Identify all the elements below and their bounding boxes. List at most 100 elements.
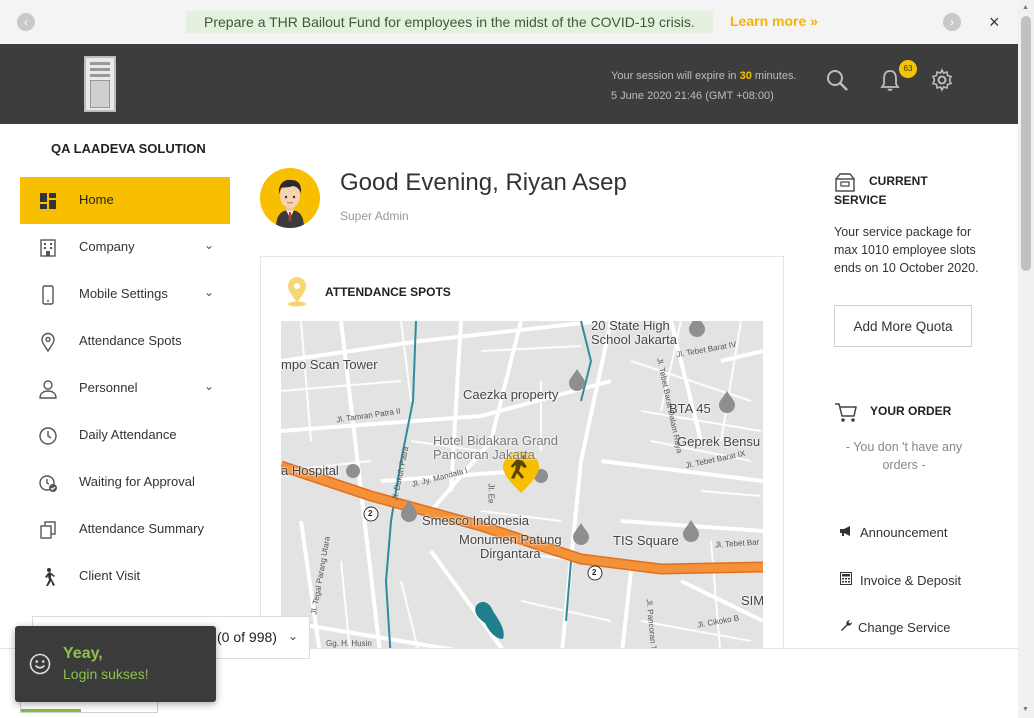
company-logo[interactable]	[84, 56, 116, 112]
session-expiry: Your session will expire in 30 minutes.	[611, 66, 797, 86]
route-badge: 2	[592, 568, 597, 577]
gear-icon[interactable]	[930, 68, 954, 92]
scroll-up-arrow[interactable]: ▲	[1022, 4, 1029, 11]
learn-more-link[interactable]: Learn more »	[730, 13, 818, 29]
side-link-label: Invoice & Deposit	[860, 573, 962, 588]
map-label: a Hospital	[281, 463, 339, 478]
shopping-cart-icon	[835, 403, 857, 422]
notification-count-badge[interactable]: 63	[899, 60, 917, 78]
sidebar-item-mobile-settings[interactable]: Mobile Settings ⌄	[20, 271, 230, 318]
side-link-label: Change Service	[858, 620, 951, 635]
toast-title: Yeay,	[63, 645, 103, 662]
login-success-toast[interactable]: Yeay, Login sukses!	[15, 626, 216, 702]
smiley-icon	[29, 653, 51, 675]
attendance-map[interactable]: mpo Scan Tower Caezka property 20 State …	[281, 321, 763, 661]
sidebar-item-label: Client Visit	[79, 568, 141, 583]
session-datetime: 5 June 2020 21:46 (GMT +08:00)	[611, 90, 774, 102]
location-pin-icon	[41, 332, 55, 352]
chevron-down-icon: ⌄	[204, 285, 215, 299]
person-icon	[39, 380, 57, 399]
map-label: Monumen Patung Dirgantara	[459, 532, 562, 561]
sidebar-item-label: Home	[79, 192, 114, 207]
announcement-close-icon[interactable]: ×	[989, 12, 1000, 32]
street-label: Jl. Ee	[486, 483, 496, 504]
logo-bar	[90, 62, 110, 65]
announcement-bar: ‹ Prepare a THR Bailout Fund for employe…	[0, 0, 1018, 44]
add-more-quota-button[interactable]: Add More Quota	[834, 305, 972, 347]
current-service-description: Your service package for max 1010 employ…	[834, 225, 979, 275]
sidebar-item-daily-attendance[interactable]: Daily Attendance	[20, 412, 230, 459]
current-service-title: CURRENT SERVICE	[834, 174, 928, 207]
user-avatar-illustration	[276, 179, 304, 228]
attendance-spots-card: ATTENDANCE SPOTS mpo Scan Tower Caezka p…	[260, 256, 784, 676]
map-label: Smesco Indonesia	[422, 513, 529, 528]
dashboard-icon	[40, 193, 56, 209]
clock-icon	[39, 427, 57, 445]
mobile-icon	[42, 285, 54, 305]
session-info: Your session will expire in 30 minutes. …	[611, 66, 797, 106]
your-order-title: YOUR ORDER	[870, 404, 952, 418]
wrench-icon	[838, 619, 854, 635]
change-service-link[interactable]: Change Service	[838, 619, 951, 635]
chevron-down-icon: ⌄	[204, 379, 215, 393]
announcement-message: Prepare a THR Bailout Fund for employees…	[186, 11, 713, 33]
map-label: Hotel Bidakara Grand Pancoran Jakarta	[433, 433, 559, 462]
street-label: Gg. H. Husin	[326, 639, 372, 648]
sidebar-item-label: Personnel	[79, 380, 138, 395]
announcement-link[interactable]: Announcement	[838, 525, 947, 540]
building-icon	[40, 239, 56, 257]
announcement-next-button[interactable]: ›	[943, 13, 961, 31]
sidebar-item-company[interactable]: Company ⌄	[20, 224, 230, 271]
route-badge: 2	[368, 509, 373, 518]
logo-bar	[90, 68, 110, 71]
session-prefix: Your session will expire in	[611, 70, 737, 82]
map-pin-icon	[288, 277, 306, 307]
scroll-down-arrow[interactable]: ▼	[1022, 706, 1029, 713]
megaphone-icon	[838, 525, 854, 540]
toast-message: Login sukses!	[63, 666, 149, 682]
announcement-prev-button[interactable]: ‹	[17, 13, 35, 31]
walking-person-icon	[45, 568, 55, 586]
sidebar-item-label: Company	[79, 239, 135, 254]
search-icon[interactable]	[825, 68, 849, 92]
session-minutes: 30	[739, 70, 752, 82]
page: ‹ Prepare a THR Bailout Fund for employe…	[0, 0, 1034, 718]
chevron-down-icon: ⌄	[204, 238, 215, 252]
order-empty-message: - You don 't have any orders -	[845, 440, 963, 472]
page-scrollbar[interactable]: ▲ ▼	[1018, 0, 1034, 718]
sidebar-item-personnel[interactable]: Personnel ⌄	[20, 365, 230, 412]
logo-bar	[90, 74, 110, 77]
company-name: QA LAADEVA SOLUTION	[51, 141, 206, 156]
sidebar-item-attendance-spots[interactable]: Attendance Spots	[20, 318, 230, 365]
sidebar-item-label: Daily Attendance	[79, 427, 177, 442]
greeting-title: Good Evening, Riyan Asep	[340, 169, 627, 196]
green-underline	[21, 709, 81, 712]
sidebar-item-home[interactable]: Home	[20, 177, 230, 224]
map-label: TIS Square	[613, 533, 679, 548]
session-suffix: minutes.	[754, 70, 797, 82]
copy-icon	[40, 521, 56, 539]
sidebar-item-attendance-summary[interactable]: Attendance Summary	[20, 506, 230, 553]
side-link-label: Announcement	[860, 525, 948, 540]
map-label: 20 State High School Jakarta	[591, 321, 677, 347]
pagination-count: (0 of 998)	[217, 629, 277, 645]
map-label: SIM	[741, 593, 763, 608]
map-roads	[281, 321, 763, 661]
sidebar-item-label: Attendance Summary	[79, 521, 205, 536]
logo-door	[90, 80, 110, 108]
user-role: Super Admin	[340, 209, 409, 223]
scrollbar-thumb[interactable]	[1021, 16, 1031, 271]
chevron-down-icon: ⌄	[288, 629, 299, 643]
sidebar-item-waiting-approval[interactable]: Waiting for Approval	[20, 459, 230, 506]
map-label: Geprek Bensu	[677, 434, 761, 449]
invoice-deposit-link[interactable]: Invoice & Deposit	[838, 572, 961, 588]
card-title: ATTENDANCE SPOTS	[325, 285, 451, 299]
map-label: mpo Scan Tower	[281, 357, 378, 372]
sidebar-item-client-visit[interactable]: Client Visit	[20, 553, 230, 600]
sidebar-item-label: Mobile Settings	[79, 286, 168, 301]
top-header: Your session will expire in 30 minutes. …	[0, 44, 1018, 124]
sidebar-item-label: Attendance Spots	[79, 333, 182, 348]
approval-clock-icon	[39, 475, 57, 492]
sidebar-item-label: Waiting for Approval	[79, 474, 195, 489]
avatar[interactable]	[260, 168, 320, 228]
